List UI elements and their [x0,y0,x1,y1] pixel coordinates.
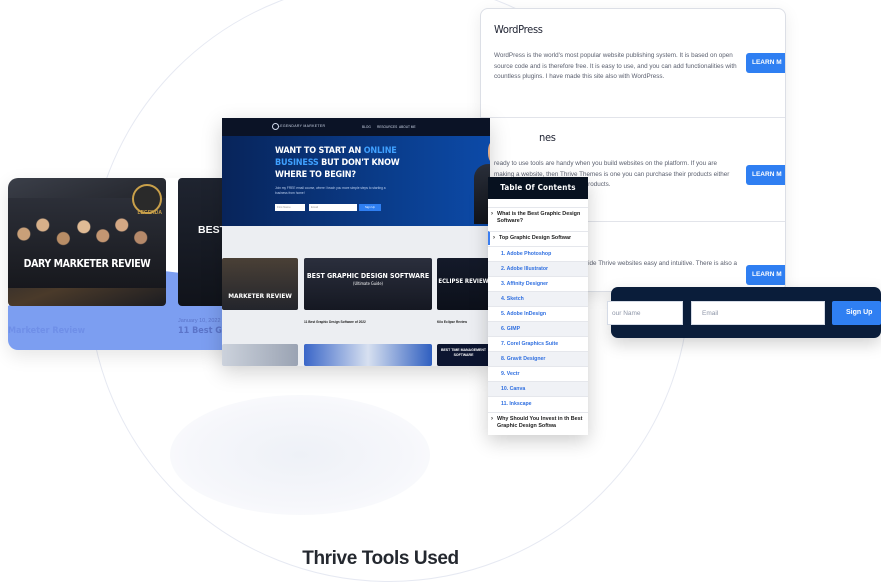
post-thumbnail-title: MARKETER REVIEW [228,292,292,300]
learn-more-button[interactable]: LEARN M [746,265,785,285]
post-thumbnail-subtitle: (Ultimate Guide) [353,281,383,286]
chevron-right-icon: › [491,211,493,217]
post-thumbnail-title: ECLIPSE REVIEW [438,278,489,285]
blog-post-title[interactable]: Marketer Review [8,326,85,336]
signup-form: our Name Email Sign Up [607,287,881,338]
post-thumbnail-title: BEST TIME MANAGEMENT SOFTWARE [440,348,487,357]
name-input[interactable]: our Name [607,301,683,325]
hero-text: BUT DON'T KNOW [318,158,400,168]
wp-title-wordpress: WordPress [494,23,543,36]
nav-link-resources[interactable]: RESOURCES [377,125,397,129]
toc-item[interactable]: 9. Vectr [488,366,588,381]
toc-item[interactable]: 7. Corel Graphics Suite [488,336,588,351]
author-head [488,138,490,166]
toc-item[interactable]: 6. GIMP [488,321,588,336]
site-posts: MARKETER REVIEW BEST GRAPHIC DESIGN SOFT… [222,258,490,328]
toc-question-text: Why Should You Invest in th Best Graphic… [497,416,583,429]
site-bottom-row: BEST TIME MANAGEMENT SOFTWARE [222,344,490,366]
learn-more-button[interactable]: LEARN M [746,165,785,185]
website-preview: LEGENDARY MARKETER BLOG RESOURCES ABOUT … [222,118,490,366]
nav-link-blog[interactable]: BLOG [362,125,371,129]
toc-question-text: Top Graphic Design Softwar [499,235,572,241]
hero-line-1: WANT TO START AN ONLINE [275,146,397,156]
toc-item[interactable]: 2. Adobe Illustrator [488,261,588,276]
learn-more-button[interactable]: LEARN M [746,53,785,73]
blog-post-date: January 10, 2022 [178,318,221,324]
post-thumbnail[interactable]: BEST TIME MANAGEMENT SOFTWARE [437,344,490,366]
post-title[interactable]: 11 Best Graphic Design Software of 2022 [304,320,366,324]
email-input[interactable]: Email [691,301,825,325]
hero-line-3: WHERE TO BEGIN? [275,170,356,180]
table-of-contents: Table Of Contents › What is the Best Grap… [488,177,588,435]
post-thumbnail[interactable]: MARKETER REVIEW [222,258,298,310]
toc-item[interactable]: 4. Sketch [488,291,588,306]
toc-question[interactable]: › Top Graphic Design Softwar [488,231,588,245]
chevron-right-icon: › [493,235,495,241]
toc-question[interactable]: › Why Should You Invest in th Best Graphi… [488,412,588,434]
hero-text: WANT TO START AN [275,146,364,156]
hero-email-input[interactable]: Email [309,204,357,211]
hero-line-2: BUSINESS BUT DON'T KNOW [275,158,400,168]
hero-highlight: BUSINESS [275,158,319,168]
nav-link-about[interactable]: ABOUT ME [399,125,416,129]
toc-question[interactable]: › What is the Best Graphic Design Softwar… [488,207,588,229]
toc-item[interactable]: 3. Affinity Designer [488,276,588,291]
hero-highlight: ONLINE [363,146,397,156]
post-thumbnail[interactable] [304,344,432,366]
post-thumbnail[interactable]: ECLIPSE REVIEW [437,258,490,310]
wp-section-wordpress: WordPress WordPress is the world's most … [481,9,785,118]
hero-name-input[interactable]: First Name [275,204,305,211]
toc-item[interactable]: 10. Canva [488,381,588,396]
section-title: Thrive Tools Used [302,548,459,569]
blog-post-image[interactable]: LEGENDA DARY MARKETER REVIEW [8,178,166,306]
hero-subtitle: Join my FREE email course, where I teach… [275,186,386,195]
chevron-right-icon: › [491,416,493,422]
site-hero: WANT TO START AN ONLINE BUSINESS BUT DON… [222,136,490,226]
blog-card: LEGENDA DARY MARKETER REVIEW BEST Market… [8,178,248,350]
badge-text: LEGENDA [137,210,162,216]
site-logo[interactable]: LEGENDARY MARKETER [278,124,325,128]
signup-button[interactable]: Sign Up [832,301,881,325]
toc-question-text: What is the Best Graphic Design Software… [497,211,581,224]
wp-title-themes: nes [539,131,556,144]
wp-text-wordpress: WordPress is the world's most popular we… [494,52,737,80]
blog-post-image-title: DARY MARKETER REVIEW [23,258,151,270]
post-thumbnail[interactable] [222,344,298,366]
toc-item[interactable]: 5. Adobe InDesign [488,306,588,321]
toc-item[interactable]: 8. Gravit Designer [488,351,588,366]
site-nav: LEGENDARY MARKETER BLOG RESOURCES ABOUT … [222,118,490,136]
post-thumbnail-title: BEST GRAPHIC DESIGN SOFTWARE [306,272,430,280]
hero-signup-button[interactable]: Sign Up [359,204,381,211]
background-blob [170,395,430,515]
post-title[interactable]: Kilo Eclipse Review [437,320,467,324]
toc-item[interactable]: 11. Inkscape [488,396,588,411]
toc-item[interactable]: 1. Adobe Photoshop [488,246,588,261]
toc-title: Table Of Contents [488,177,588,199]
post-thumbnail[interactable]: BEST GRAPHIC DESIGN SOFTWARE (Ultimate G… [304,258,432,310]
